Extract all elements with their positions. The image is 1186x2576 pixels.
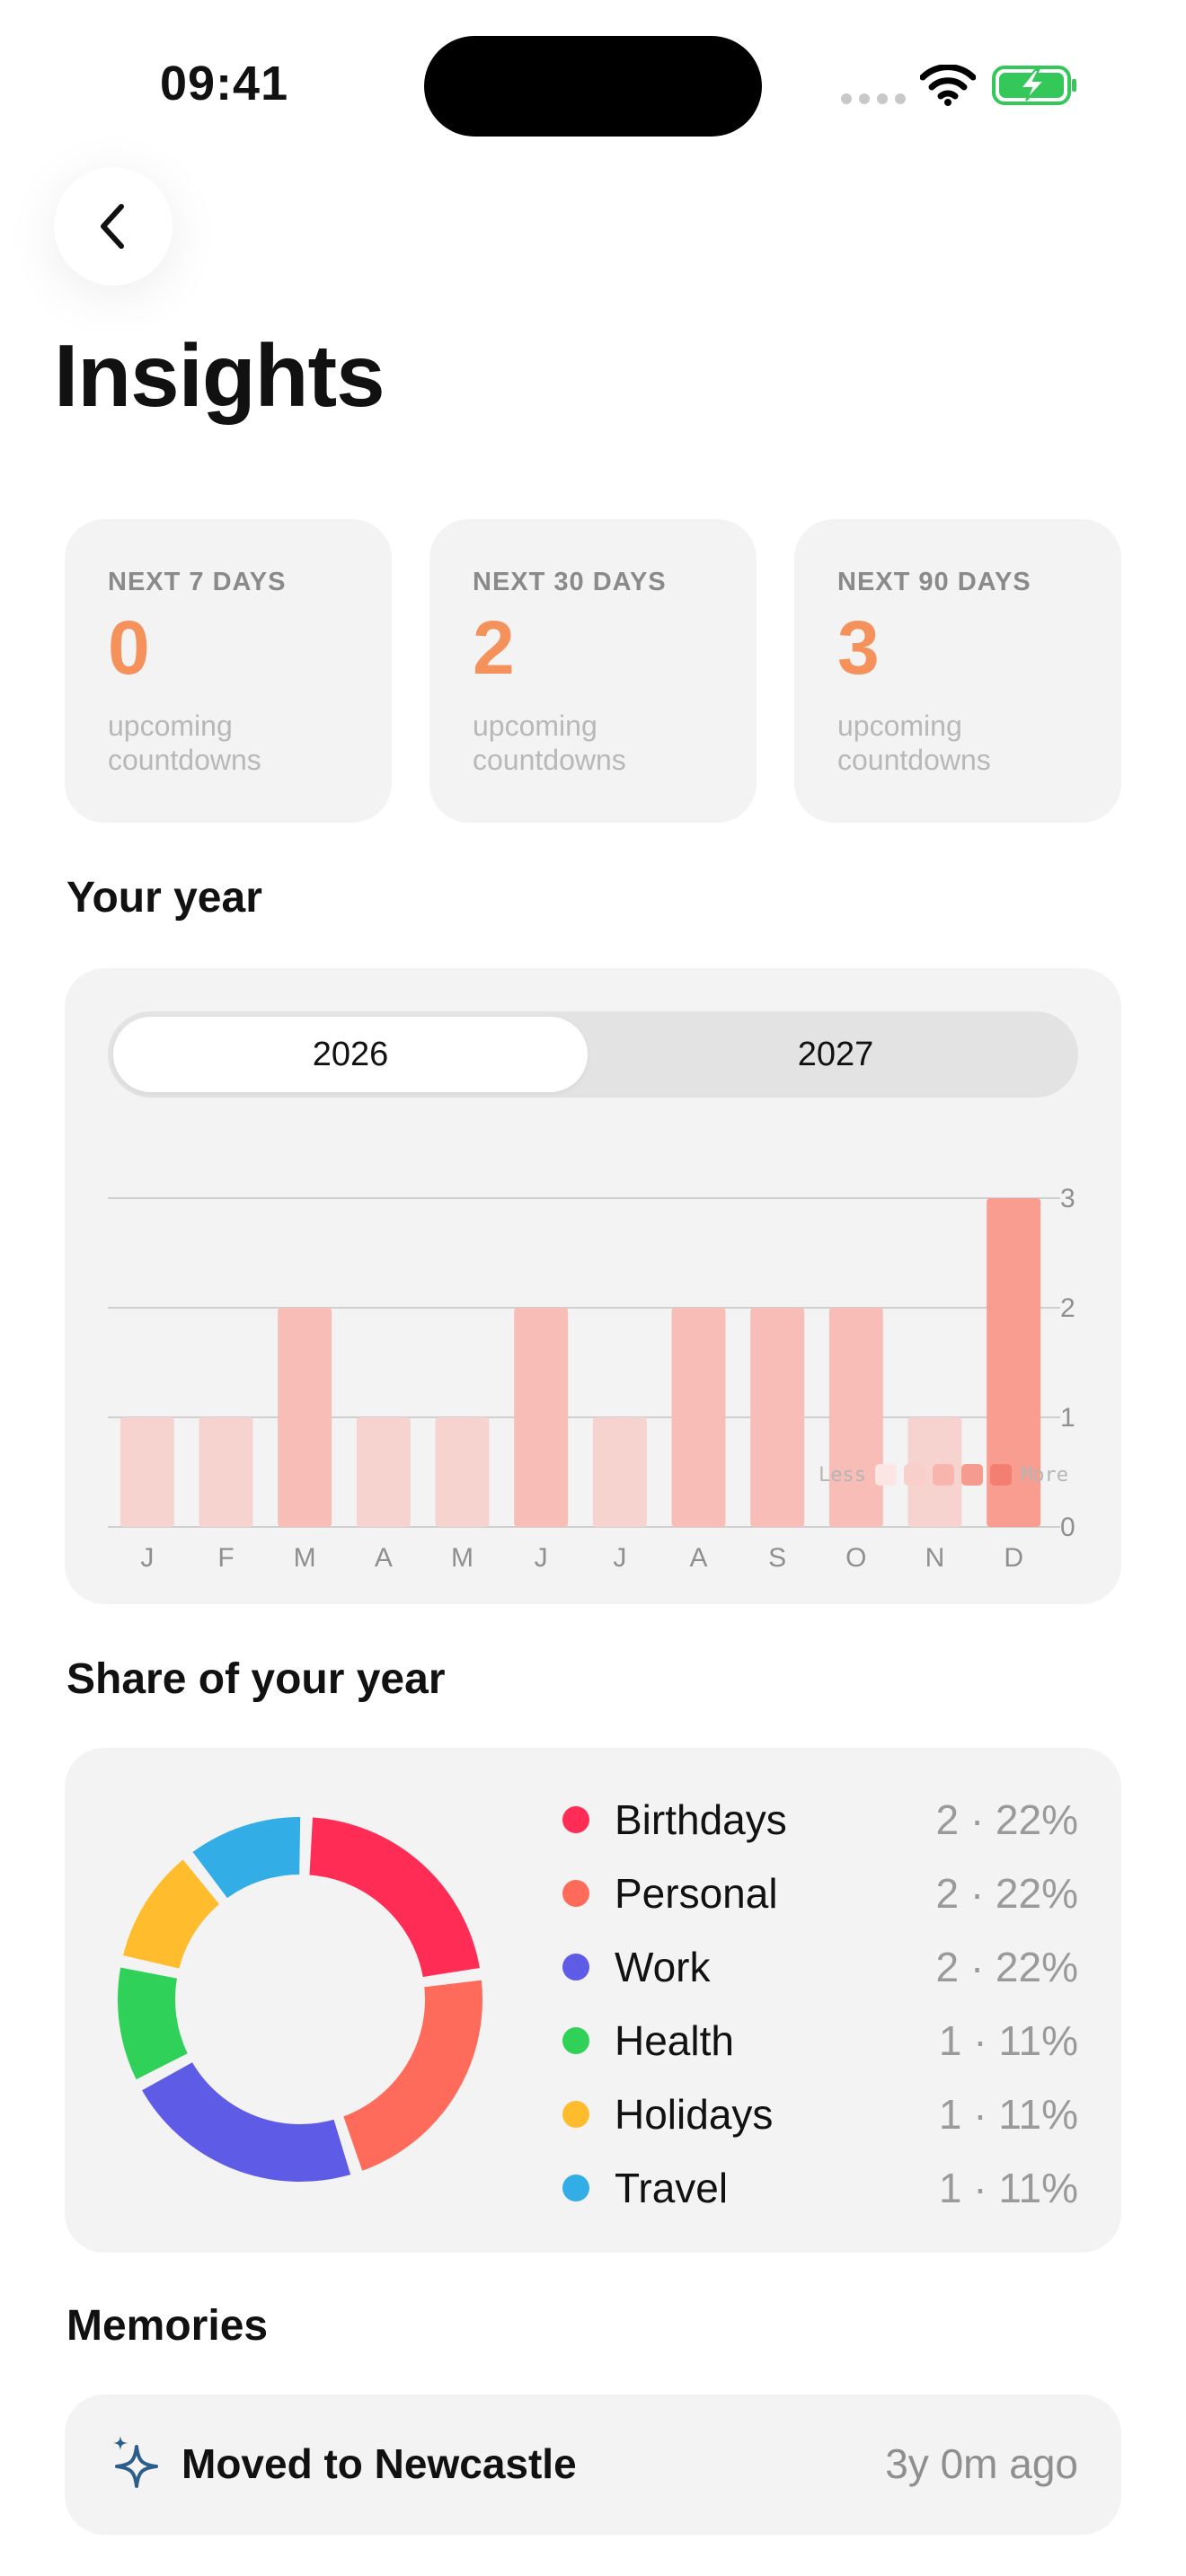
legend-name: Health [615,2017,734,2064]
status-time: 09:41 [160,57,289,110]
bar [435,1417,490,1527]
x-tick-label: M [294,1543,316,1573]
bar [671,1308,726,1527]
stat-subtitle: upcoming countdowns [108,710,261,776]
segment-2027[interactable]: 2027 [598,1017,1073,1092]
legend-value: 1 · 11% [938,2165,1078,2211]
x-tick-label: M [451,1543,474,1573]
legend-swatch [904,1464,925,1486]
donut-slice-work [136,2056,357,2187]
legend-dot [562,1880,589,1907]
legend-name: Travel [615,2165,729,2211]
category-donut-chart [112,1812,488,2187]
x-tick-label: J [535,1543,548,1573]
x-tick-label: S [768,1543,786,1573]
legend-swatch [961,1464,983,1486]
your-year-heading: Your year [66,874,262,922]
bar [750,1308,805,1527]
x-tick-label: F [217,1543,234,1573]
memory-item[interactable]: Moved to Newcastle 3y 0m ago [65,2395,1121,2535]
stat-card-90-days: NEXT 90 DAYS 3 upcoming countdowns [794,519,1121,823]
legend-row-holidays: Holidays 1 · 11% [550,2087,1078,2141]
stat-label: NEXT 30 DAYS [473,568,667,596]
legend-row-travel: Travel 1 · 11% [550,2161,1078,2215]
bar [356,1417,411,1527]
stat-card-30-days: NEXT 30 DAYS 2 upcoming countdowns [429,519,757,823]
share-card: Birthdays 2 · 22% Personal 2 · 22% Work … [65,1748,1121,2253]
legend-value: 2 · 22% [935,1870,1078,1917]
legend-value: 1 · 11% [938,2017,1078,2064]
legend-name: Work [615,1944,711,1990]
y-tick-label: 0 [1060,1513,1075,1542]
chevron-left-icon [101,204,124,249]
share-heading: Share of your year [66,1655,446,1703]
x-tick-label: N [925,1543,945,1573]
bar [278,1308,332,1527]
bar [592,1417,647,1527]
memory-title: Moved to Newcastle [181,2440,577,2487]
legend-row-birthdays: Birthdays 2 · 22% [550,1793,1078,1847]
stat-value: 2 [473,605,515,690]
x-tick-label: J [140,1543,154,1573]
dynamic-island [424,36,762,137]
bar [119,1417,174,1527]
legend-name: Holidays [615,2091,774,2138]
stat-value: 0 [108,605,150,690]
x-tick-label: J [613,1543,626,1573]
legend-row-personal: Personal 2 · 22% [550,1866,1078,1920]
legend-dot [562,1806,589,1833]
legend-value: 2 · 22% [935,1796,1078,1843]
legend-dot [562,2101,589,2128]
legend-dot [562,2175,589,2201]
wifi-icon [920,65,976,106]
bar [514,1308,569,1527]
cellular-signal-icon [841,93,906,104]
stat-label: NEXT 90 DAYS [837,568,1031,596]
segment-2026[interactable]: 2026 [113,1017,588,1092]
legend-more-label: More [1021,1464,1068,1486]
back-button[interactable] [54,167,173,286]
y-tick-label: 1 [1060,1403,1075,1433]
bar [199,1417,253,1527]
x-tick-label: A [689,1543,707,1573]
stat-value: 3 [837,605,880,690]
bar [828,1308,883,1527]
legend-name: Birthdays [615,1796,787,1843]
y-tick-label: 3 [1060,1184,1075,1213]
stat-subtitle: upcoming countdowns [473,710,626,776]
donut-slice-birthdays [304,1812,486,1983]
legend-swatch [990,1464,1012,1486]
legend-value: 1 · 11% [938,2091,1078,2138]
legend-row-health: Health 1 · 11% [550,2014,1078,2068]
page-title: Insights [54,326,385,425]
y-tick-label: 2 [1060,1293,1075,1323]
legend-dot [562,1954,589,1981]
legend-less-label: Less [819,1464,866,1486]
stat-subtitle: upcoming countdowns [837,710,991,776]
year-chart-card: 2026 2027 0 1 2 3 J F M A M J J A S O N D Less More [65,968,1121,1604]
memory-age: 3y 0m ago [885,2440,1078,2487]
sparkles-icon [113,2436,158,2488]
monthly-bar-chart: 0 1 2 3 J F M A M J J A S O N D Less More [108,1184,1075,1573]
legend-row-work: Work 2 · 22% [550,1940,1078,1994]
legend-name: Personal [615,1870,778,1917]
battery-charging-icon [992,66,1076,105]
legend-swatch [875,1464,897,1486]
x-tick-label: O [845,1543,866,1573]
donut-slice-personal [337,1974,488,2177]
x-tick-label: D [1004,1543,1023,1573]
legend-swatch [933,1464,954,1486]
memories-heading: Memories [66,2302,269,2350]
legend-dot [562,2027,589,2054]
legend-value: 2 · 22% [935,1944,1078,1990]
x-tick-label: A [375,1543,393,1573]
stat-card-7-days: NEXT 7 DAYS 0 upcoming countdowns [65,519,392,823]
stat-label: NEXT 7 DAYS [108,568,287,596]
year-segmented-control: 2026 2027 [108,1011,1078,1098]
